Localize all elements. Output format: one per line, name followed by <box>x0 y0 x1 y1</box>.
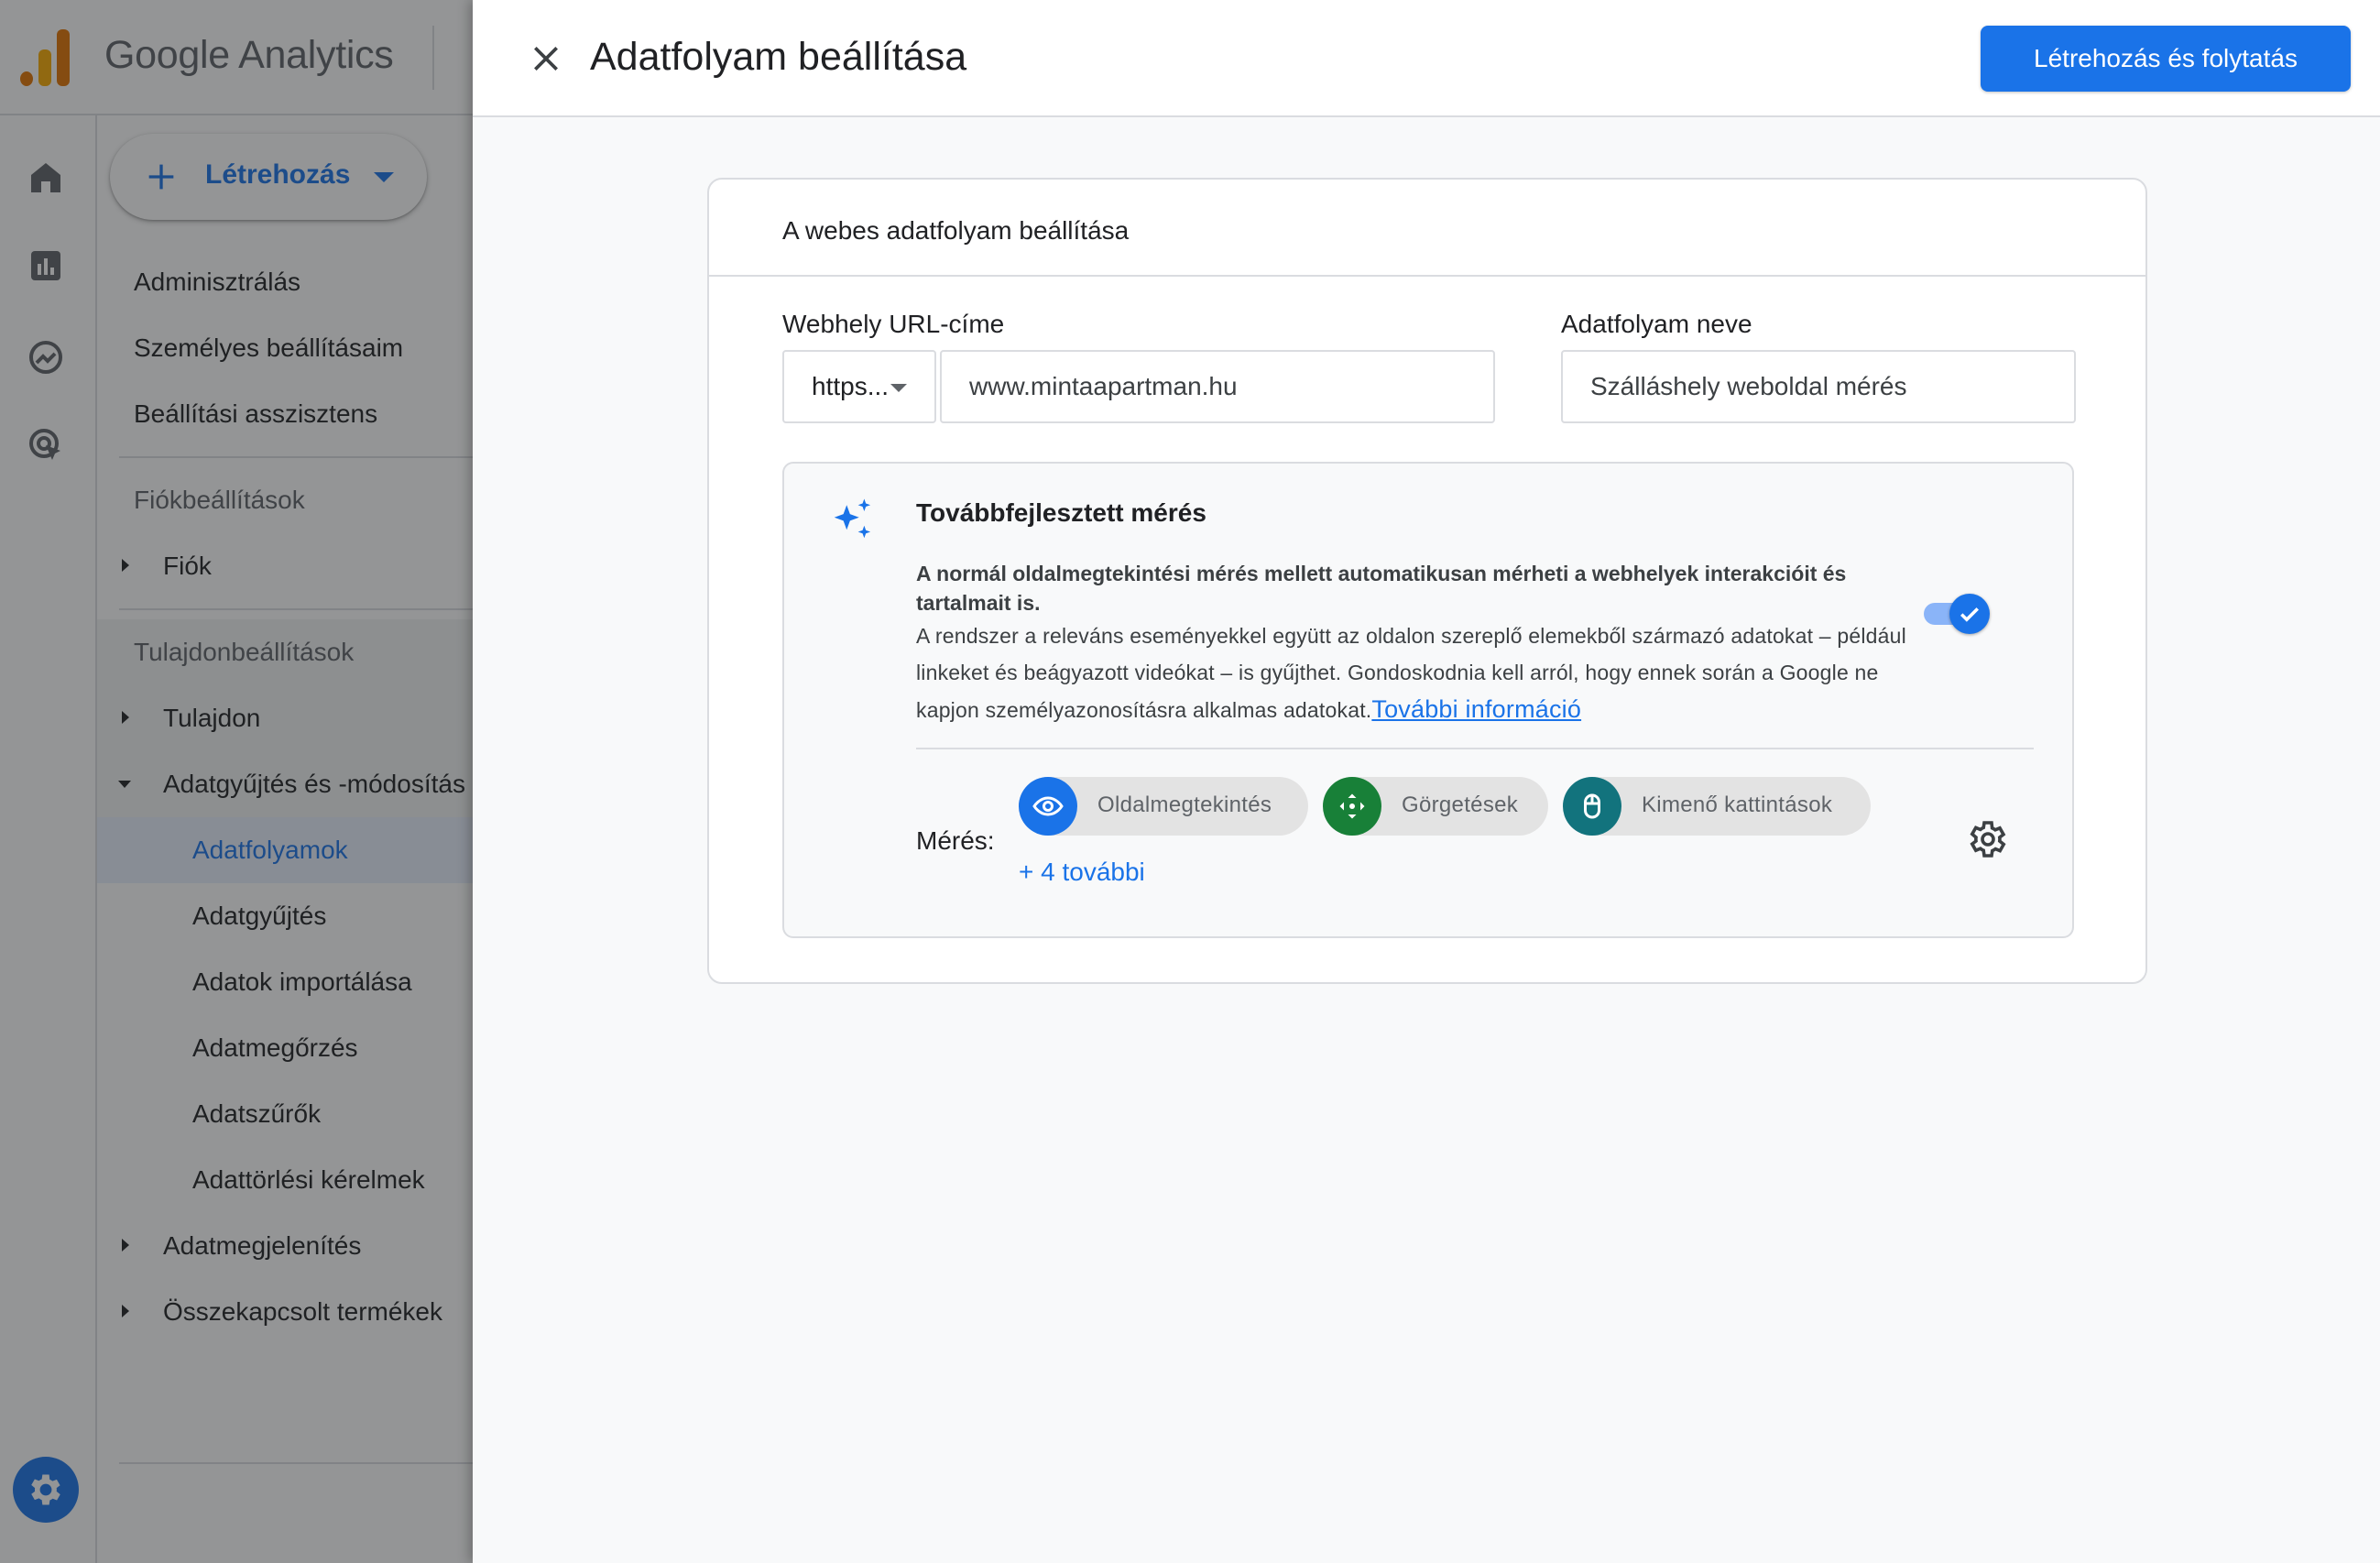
sparkle-icon <box>834 498 871 539</box>
card-title: A webes adatfolyam beállítása <box>782 216 1130 245</box>
learn-more-link[interactable]: További információ <box>1371 695 1581 723</box>
protocol-value: https... <box>812 372 890 400</box>
close-button[interactable] <box>522 35 570 82</box>
panel-divider <box>916 748 2034 749</box>
chip-page-views[interactable]: Oldalmegtekintés <box>1019 777 1308 836</box>
url-input[interactable] <box>940 350 1495 423</box>
chip-label: Kimenő kattintások <box>1642 792 1833 817</box>
enhanced-measurement-toggle[interactable] <box>1924 594 1990 634</box>
measurement-label: Mérés: <box>916 826 995 855</box>
stream-name-label: Adatfolyam neve <box>1561 310 1752 338</box>
dropdown-arrow-icon <box>890 384 907 392</box>
card-divider <box>709 275 2145 277</box>
chip-outbound-clicks[interactable]: Kimenő kattintások <box>1563 777 1871 836</box>
more-measurements-link[interactable]: + 4 további <box>1019 858 1145 887</box>
stream-name-input[interactable] <box>1561 350 2076 423</box>
mouse-icon <box>1563 777 1621 836</box>
measurement-settings-gear-icon[interactable] <box>1966 817 2010 861</box>
drawer-title: Adatfolyam beállítása <box>590 35 967 79</box>
url-label: Webhely URL-címe <box>782 310 1005 338</box>
chip-label: Görgetések <box>1402 792 1519 817</box>
stream-setup-drawer: Adatfolyam beállítása Létrehozás és foly… <box>473 0 2380 1563</box>
protocol-select[interactable]: https... <box>782 350 936 423</box>
enhanced-measurement-panel: Továbbfejlesztett mérés A normál oldalme… <box>782 462 2074 938</box>
drawer-header: Adatfolyam beállítása Létrehozás és foly… <box>473 0 2380 117</box>
enhanced-measurement-title: Továbbfejlesztett mérés <box>916 498 1206 527</box>
checkmark-icon <box>1960 607 1979 622</box>
web-stream-card: A webes adatfolyam beállítása Webhely UR… <box>707 178 2147 984</box>
create-and-continue-button[interactable]: Létrehozás és folytatás <box>1981 26 2351 92</box>
eye-icon <box>1019 777 1077 836</box>
enhanced-measurement-description: A rendszer a releváns eseményekkel együt… <box>916 618 1924 728</box>
scroll-arrows-icon <box>1323 777 1381 836</box>
close-icon <box>534 47 558 71</box>
toggle-knob <box>1949 594 1990 634</box>
chip-label: Oldalmegtekintés <box>1097 792 1272 817</box>
enhanced-measurement-summary: A normál oldalmegtekintési mérés mellett… <box>916 562 1847 615</box>
chip-scrolls[interactable]: Görgetések <box>1323 777 1548 836</box>
